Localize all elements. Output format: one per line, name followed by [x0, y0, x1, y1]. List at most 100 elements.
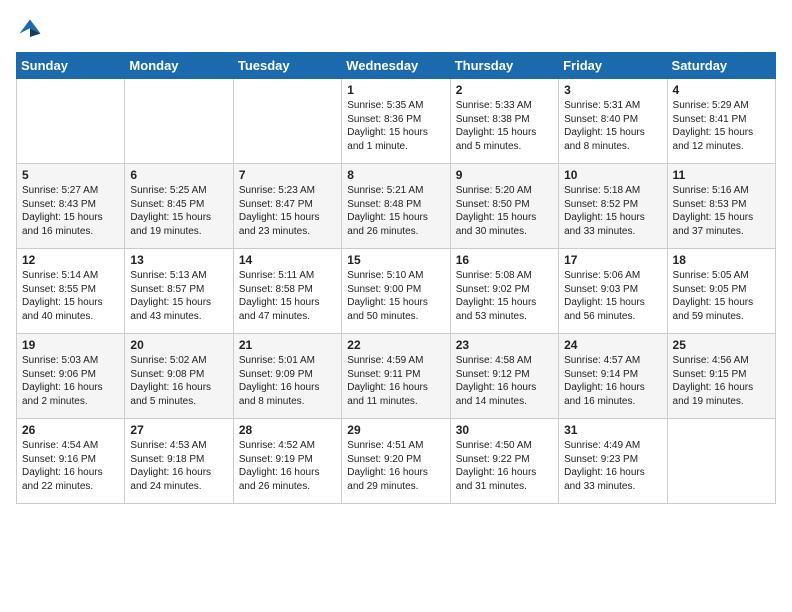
day-number: 23: [456, 338, 553, 352]
calendar-cell: 19 Sunrise: 5:03 AM Sunset: 9:06 PM Dayli…: [17, 334, 125, 419]
calendar-cell: 14Sunrise: 5:11 AM Sunset: 8:58 PM Dayli…: [233, 249, 341, 334]
calendar-cell: 13 Sunrise: 5:13 AM Sunset: 8:57 PM Dayli…: [125, 249, 233, 334]
calendar-cell: 1 Sunrise: 5:35 AM Sunset: 8:36 PM Daylig…: [342, 79, 450, 164]
day-number: 27: [130, 423, 227, 437]
calendar-cell: 11 Sunrise: 5:16 AM Sunset: 8:53 PM Dayli…: [667, 164, 775, 249]
day-info: Sunrise: 4:57 AM Sunset: 9:14 PM Dayligh…: [564, 354, 661, 408]
week-row-2: 5 Sunrise: 5:27 AM Sunset: 8:43 PM Daylig…: [17, 164, 776, 249]
calendar-cell: 3 Sunrise: 5:31 AM Sunset: 8:40 PM Daylig…: [559, 79, 667, 164]
col-header-thursday: Thursday: [450, 53, 558, 79]
day-number: 13: [130, 253, 227, 267]
day-number: 21: [239, 338, 336, 352]
day-info: Sunrise: 5:25 AM Sunset: 8:45 PM Dayligh…: [130, 184, 227, 238]
day-number: 10: [564, 168, 661, 182]
day-number: 19: [22, 338, 119, 352]
day-info: Sunrise: 5:21 AM Sunset: 8:48 PM Dayligh…: [347, 184, 444, 238]
day-number: 22: [347, 338, 444, 352]
calendar-cell: 4 Sunrise: 5:29 AM Sunset: 8:41 PM Daylig…: [667, 79, 775, 164]
day-info: Sunrise: 5:06 AM Sunset: 9:03 PM Dayligh…: [564, 269, 661, 323]
col-header-wednesday: Wednesday: [342, 53, 450, 79]
week-row-4: 19 Sunrise: 5:03 AM Sunset: 9:06 PM Dayli…: [17, 334, 776, 419]
day-info: Sunrise: 4:54 AM Sunset: 9:16 PM Dayligh…: [22, 439, 119, 493]
day-info: Sunrise: 4:59 AM Sunset: 9:11 PM Dayligh…: [347, 354, 444, 408]
day-info: Sunrise: 5:16 AM Sunset: 8:53 PM Dayligh…: [673, 184, 770, 238]
day-info: Sunrise: 5:20 AM Sunset: 8:50 PM Dayligh…: [456, 184, 553, 238]
calendar-cell: 30 Sunrise: 4:50 AM Sunset: 9:22 PM Dayli…: [450, 419, 558, 504]
col-header-monday: Monday: [125, 53, 233, 79]
day-info: Sunrise: 5:01 AM Sunset: 9:09 PM Dayligh…: [239, 354, 336, 408]
day-number: 12: [22, 253, 119, 267]
calendar-cell: 12 Sunrise: 5:14 AM Sunset: 8:55 PM Dayli…: [17, 249, 125, 334]
logo-icon: [16, 16, 44, 44]
calendar-cell: 26 Sunrise: 4:54 AM Sunset: 9:16 PM Dayli…: [17, 419, 125, 504]
day-info: Sunrise: 5:33 AM Sunset: 8:38 PM Dayligh…: [456, 99, 553, 153]
calendar-cell: 21 Sunrise: 5:01 AM Sunset: 9:09 PM Dayli…: [233, 334, 341, 419]
day-info: Sunrise: 5:08 AM Sunset: 9:02 PM Dayligh…: [456, 269, 553, 323]
day-info: Sunrise: 4:53 AM Sunset: 9:18 PM Dayligh…: [130, 439, 227, 493]
day-number: 3: [564, 83, 661, 97]
day-number: 26: [22, 423, 119, 437]
day-info: Sunrise: 5:23 AM Sunset: 8:47 PM Dayligh…: [239, 184, 336, 238]
day-number: 30: [456, 423, 553, 437]
day-info: Sunrise: 4:58 AM Sunset: 9:12 PM Dayligh…: [456, 354, 553, 408]
calendar-cell: 18 Sunrise: 5:05 AM Sunset: 9:05 PM Dayli…: [667, 249, 775, 334]
calendar-cell: 8Sunrise: 5:21 AM Sunset: 8:48 PM Daylig…: [342, 164, 450, 249]
day-number: 16: [456, 253, 553, 267]
day-number: 7: [239, 168, 336, 182]
calendar-cell: 29Sunrise: 4:51 AM Sunset: 9:20 PM Dayli…: [342, 419, 450, 504]
day-info: Sunrise: 5:10 AM Sunset: 9:00 PM Dayligh…: [347, 269, 444, 323]
day-info: Sunrise: 5:29 AM Sunset: 8:41 PM Dayligh…: [673, 99, 770, 153]
day-number: 5: [22, 168, 119, 182]
week-row-3: 12 Sunrise: 5:14 AM Sunset: 8:55 PM Dayli…: [17, 249, 776, 334]
calendar-cell: 28 Sunrise: 4:52 AM Sunset: 9:19 PM Dayli…: [233, 419, 341, 504]
day-number: 20: [130, 338, 227, 352]
calendar-cell: [233, 79, 341, 164]
page-header: [16, 16, 776, 44]
day-number: 15: [347, 253, 444, 267]
calendar-cell: 24Sunrise: 4:57 AM Sunset: 9:14 PM Dayli…: [559, 334, 667, 419]
day-info: Sunrise: 5:27 AM Sunset: 8:43 PM Dayligh…: [22, 184, 119, 238]
calendar-cell: 15 Sunrise: 5:10 AM Sunset: 9:00 PM Dayli…: [342, 249, 450, 334]
col-header-saturday: Saturday: [667, 53, 775, 79]
calendar-cell: [125, 79, 233, 164]
day-info: Sunrise: 4:50 AM Sunset: 9:22 PM Dayligh…: [456, 439, 553, 493]
calendar-cell: 20 Sunrise: 5:02 AM Sunset: 9:08 PM Dayli…: [125, 334, 233, 419]
day-number: 25: [673, 338, 770, 352]
day-number: 1: [347, 83, 444, 97]
calendar-cell: 9Sunrise: 5:20 AM Sunset: 8:50 PM Daylig…: [450, 164, 558, 249]
day-info: Sunrise: 5:03 AM Sunset: 9:06 PM Dayligh…: [22, 354, 119, 408]
day-number: 6: [130, 168, 227, 182]
day-info: Sunrise: 5:14 AM Sunset: 8:55 PM Dayligh…: [22, 269, 119, 323]
calendar-cell: [17, 79, 125, 164]
day-info: Sunrise: 5:31 AM Sunset: 8:40 PM Dayligh…: [564, 99, 661, 153]
day-number: 4: [673, 83, 770, 97]
col-header-friday: Friday: [559, 53, 667, 79]
calendar-cell: 27 Sunrise: 4:53 AM Sunset: 9:18 PM Dayli…: [125, 419, 233, 504]
calendar-cell: 6 Sunrise: 5:25 AM Sunset: 8:45 PM Daylig…: [125, 164, 233, 249]
week-row-5: 26 Sunrise: 4:54 AM Sunset: 9:16 PM Dayli…: [17, 419, 776, 504]
calendar-cell: 16 Sunrise: 5:08 AM Sunset: 9:02 PM Dayli…: [450, 249, 558, 334]
calendar-cell: 2 Sunrise: 5:33 AM Sunset: 8:38 PM Daylig…: [450, 79, 558, 164]
day-info: Sunrise: 5:18 AM Sunset: 8:52 PM Dayligh…: [564, 184, 661, 238]
week-row-1: 1 Sunrise: 5:35 AM Sunset: 8:36 PM Daylig…: [17, 79, 776, 164]
day-info: Sunrise: 4:52 AM Sunset: 9:19 PM Dayligh…: [239, 439, 336, 493]
calendar-cell: 25Sunrise: 4:56 AM Sunset: 9:15 PM Dayli…: [667, 334, 775, 419]
calendar-table: SundayMondayTuesdayWednesdayThursdayFrid…: [16, 52, 776, 504]
header-row: SundayMondayTuesdayWednesdayThursdayFrid…: [17, 53, 776, 79]
day-info: Sunrise: 5:13 AM Sunset: 8:57 PM Dayligh…: [130, 269, 227, 323]
day-info: Sunrise: 5:02 AM Sunset: 9:08 PM Dayligh…: [130, 354, 227, 408]
day-number: 2: [456, 83, 553, 97]
calendar-cell: 17Sunrise: 5:06 AM Sunset: 9:03 PM Dayli…: [559, 249, 667, 334]
day-number: 18: [673, 253, 770, 267]
day-info: Sunrise: 5:05 AM Sunset: 9:05 PM Dayligh…: [673, 269, 770, 323]
day-info: Sunrise: 5:35 AM Sunset: 8:36 PM Dayligh…: [347, 99, 444, 153]
day-number: 29: [347, 423, 444, 437]
day-number: 11: [673, 168, 770, 182]
day-number: 28: [239, 423, 336, 437]
logo: [16, 16, 48, 44]
col-header-sunday: Sunday: [17, 53, 125, 79]
calendar-cell: 5 Sunrise: 5:27 AM Sunset: 8:43 PM Daylig…: [17, 164, 125, 249]
calendar-cell: 31Sunrise: 4:49 AM Sunset: 9:23 PM Dayli…: [559, 419, 667, 504]
calendar-cell: 22 Sunrise: 4:59 AM Sunset: 9:11 PM Dayli…: [342, 334, 450, 419]
day-number: 31: [564, 423, 661, 437]
